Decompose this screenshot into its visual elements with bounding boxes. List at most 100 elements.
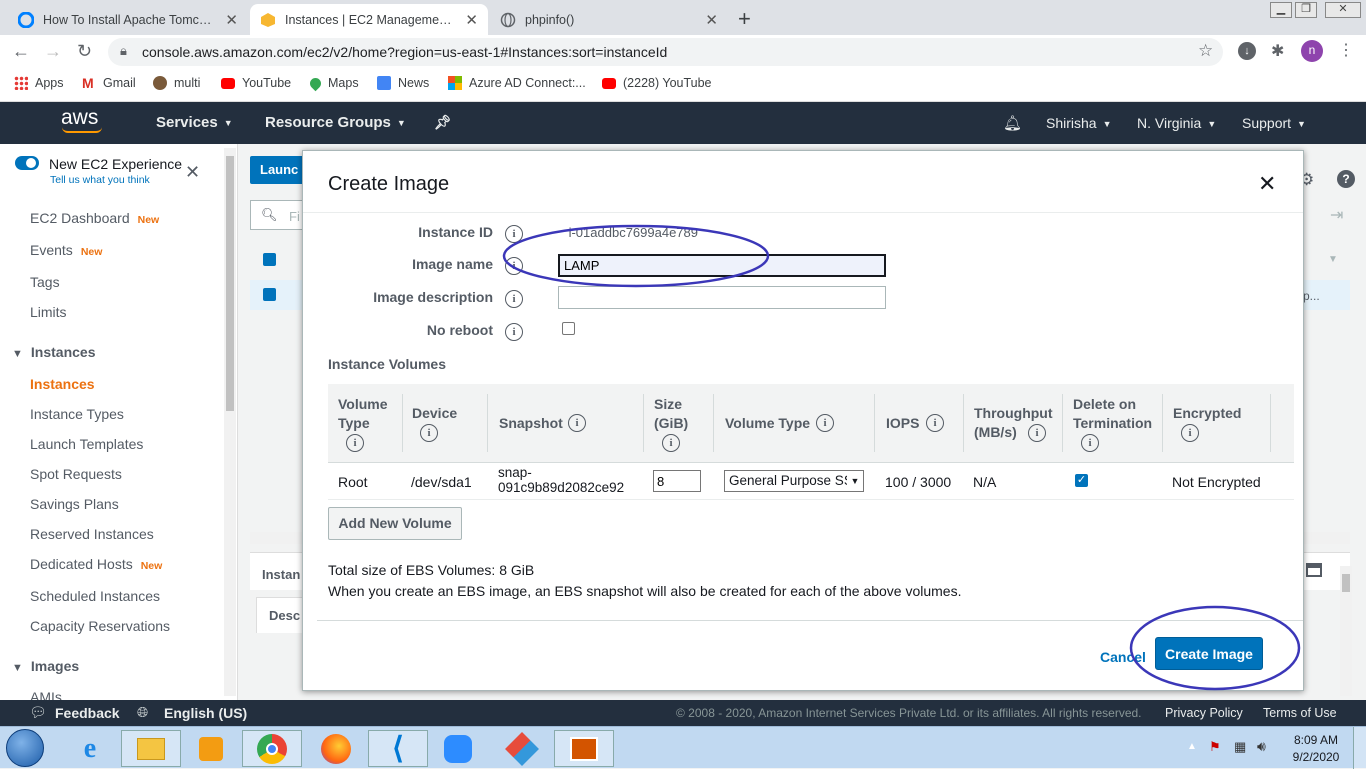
sidebar-item-reserved-instances[interactable]: Reserved Instances <box>30 526 154 542</box>
bookmark-news[interactable]: News <box>377 76 429 90</box>
sidebar-item-ec2-dashboard[interactable]: EC2 Dashboard New <box>30 210 159 226</box>
minimize-icon[interactable]: ▁ <box>1270 2 1292 18</box>
tab-ec2[interactable]: Instances | EC2 Management Cor ✕ <box>250 4 488 35</box>
tray-chevron-icon[interactable]: ▲ <box>1187 741 1197 752</box>
close-tab-icon[interactable]: ✕ <box>465 11 478 29</box>
size-input[interactable] <box>653 470 701 492</box>
new-tab-icon[interactable]: + <box>738 6 751 32</box>
sidebar-item-amis[interactable]: AMIs <box>30 689 62 700</box>
close-icon[interactable]: ✕ <box>1258 171 1276 197</box>
info-icon[interactable]: i <box>662 434 680 452</box>
taskbar-zoom-icon[interactable] <box>428 730 488 767</box>
taskbar-app-icon[interactable] <box>492 730 552 767</box>
sidebar-item-instances[interactable]: Instances <box>30 376 95 392</box>
taskbar-ie-icon[interactable]: e <box>60 730 120 767</box>
taskbar-remote-icon[interactable] <box>554 730 614 767</box>
info-icon[interactable]: i <box>505 225 523 243</box>
image-description-input[interactable] <box>558 286 886 309</box>
info-icon[interactable]: i <box>816 414 834 432</box>
close-tab-icon[interactable]: ✕ <box>705 11 718 29</box>
sidebar-item-events[interactable]: Events New <box>30 242 102 258</box>
language-selector[interactable]: English (US) <box>164 705 247 721</box>
sidebar-item-spot-requests[interactable]: Spot Requests <box>30 466 122 482</box>
close-icon[interactable]: ✕ <box>185 162 200 183</box>
pin-icon[interactable]: 📌︎ <box>434 114 452 131</box>
bookmark-star-icon[interactable]: ☆ <box>1198 41 1213 61</box>
row-checkbox[interactable] <box>263 288 276 301</box>
sidebar-item-dedicated-hosts[interactable]: Dedicated Hosts New <box>30 556 162 572</box>
sidebar-item-capacity-reservations[interactable]: Capacity Reservations <box>30 618 170 634</box>
network-icon[interactable]: ▦ <box>1234 739 1246 755</box>
add-new-volume-button[interactable]: Add New Volume <box>328 507 462 540</box>
sidebar-item-scheduled-instances[interactable]: Scheduled Instances <box>30 588 160 604</box>
sidebar-item-tags[interactable]: Tags <box>30 274 60 290</box>
chevron-down-icon[interactable]: ▼ <box>1328 254 1338 265</box>
info-icon[interactable]: i <box>1181 424 1199 442</box>
info-icon[interactable]: i <box>505 323 523 341</box>
back-icon[interactable]: ← <box>12 41 30 62</box>
reload-icon[interactable]: ↻ <box>77 41 92 62</box>
restore-icon[interactable]: ❐ <box>1295 2 1317 18</box>
cancel-button[interactable]: Cancel <box>1100 649 1146 665</box>
menu-icon[interactable]: ⋮ <box>1338 40 1354 60</box>
bookmark-youtube[interactable]: YouTube <box>221 76 291 90</box>
account-menu[interactable]: Shirisha ▼ <box>1046 115 1112 131</box>
address-bar[interactable]: 🔒︎ console.aws.amazon.com/ec2/v2/home?re… <box>108 38 1223 66</box>
sidebar-item-launch-templates[interactable]: Launch Templates <box>30 436 143 452</box>
bookmark-azure[interactable]: Azure AD Connect:... <box>448 76 586 90</box>
sidebar-section-instances[interactable]: ▼ Instances <box>12 344 95 360</box>
terms-of-use-link[interactable]: Terms of Use <box>1263 706 1337 720</box>
filter-input[interactable]: 🔍︎ Fi <box>250 200 310 230</box>
info-icon[interactable]: i <box>1081 434 1099 452</box>
no-reboot-checkbox[interactable] <box>562 322 575 335</box>
feedback-link[interactable]: Feedback <box>55 705 120 721</box>
bookmark-multi[interactable]: multi <box>153 76 200 90</box>
support-menu[interactable]: Support ▼ <box>1242 115 1306 131</box>
experience-toggle[interactable] <box>15 156 39 170</box>
help-icon[interactable]: ? <box>1337 170 1355 188</box>
clock-date[interactable]: 9/2/2020 <box>1290 750 1342 764</box>
bookmark-gmail[interactable]: M Gmail <box>82 76 136 90</box>
sidebar-item-limits[interactable]: Limits <box>30 304 67 320</box>
info-icon[interactable]: i <box>926 414 944 432</box>
taskbar-chrome-icon[interactable] <box>242 730 302 767</box>
detail-scrollbar[interactable] <box>1340 566 1352 696</box>
bookmark-maps[interactable]: Maps <box>307 75 359 91</box>
taskbar-vscode-icon[interactable]: ⟨ <box>368 730 428 767</box>
sidebar-scrollbar[interactable] <box>224 148 236 696</box>
show-desktop-button[interactable] <box>1353 727 1366 769</box>
taskbar-media-player-icon[interactable] <box>181 730 241 767</box>
launch-instance-button[interactable]: Launc <box>250 156 310 184</box>
maximize-panel-icon[interactable] <box>1306 563 1322 577</box>
info-icon[interactable]: i <box>505 257 523 275</box>
window-close-icon[interactable]: ✕ <box>1325 2 1361 18</box>
taskbar-firefox-icon[interactable] <box>306 730 366 767</box>
forward-icon[interactable]: → <box>44 41 62 62</box>
sidebar-section-images[interactable]: ▼ Images <box>12 658 79 674</box>
bell-icon[interactable]: 🔔︎ <box>1003 114 1022 132</box>
volume-icon[interactable]: 🔊︎ <box>1257 738 1266 755</box>
action-center-icon[interactable]: ⚑ <box>1209 739 1221 755</box>
services-menu[interactable]: Services ▼ <box>156 114 233 131</box>
extensions-icon[interactable]: ✱ <box>1271 41 1284 61</box>
select-all-checkbox[interactable] <box>263 253 276 266</box>
create-image-button[interactable]: Create Image <box>1155 637 1263 670</box>
bookmark-youtube-2[interactable]: (2228) YouTube <box>602 76 712 90</box>
download-icon[interactable]: ↓ <box>1238 42 1256 60</box>
bookmark-apps[interactable]: Apps <box>14 76 64 90</box>
info-icon[interactable]: i <box>568 414 586 432</box>
sidebar-item-instance-types[interactable]: Instance Types <box>30 406 124 422</box>
info-icon[interactable]: i <box>420 424 438 442</box>
last-page-icon[interactable]: ⇥ <box>1330 205 1343 225</box>
info-icon[interactable]: i <box>505 290 523 308</box>
clock-time[interactable]: 8:09 AM <box>1293 733 1339 747</box>
start-button[interactable] <box>6 729 44 767</box>
resource-groups-menu[interactable]: Resource Groups ▼ <box>265 114 406 131</box>
close-tab-icon[interactable]: ✕ <box>225 11 238 29</box>
info-icon[interactable]: i <box>346 434 364 452</box>
profile-avatar[interactable]: n <box>1301 40 1323 62</box>
taskbar-explorer-icon[interactable] <box>121 730 181 767</box>
region-menu[interactable]: N. Virginia ▼ <box>1137 115 1216 131</box>
image-name-input[interactable] <box>558 254 886 277</box>
volume-type-select[interactable]: General Purpose SSD (gp2)▼ <box>724 470 864 492</box>
